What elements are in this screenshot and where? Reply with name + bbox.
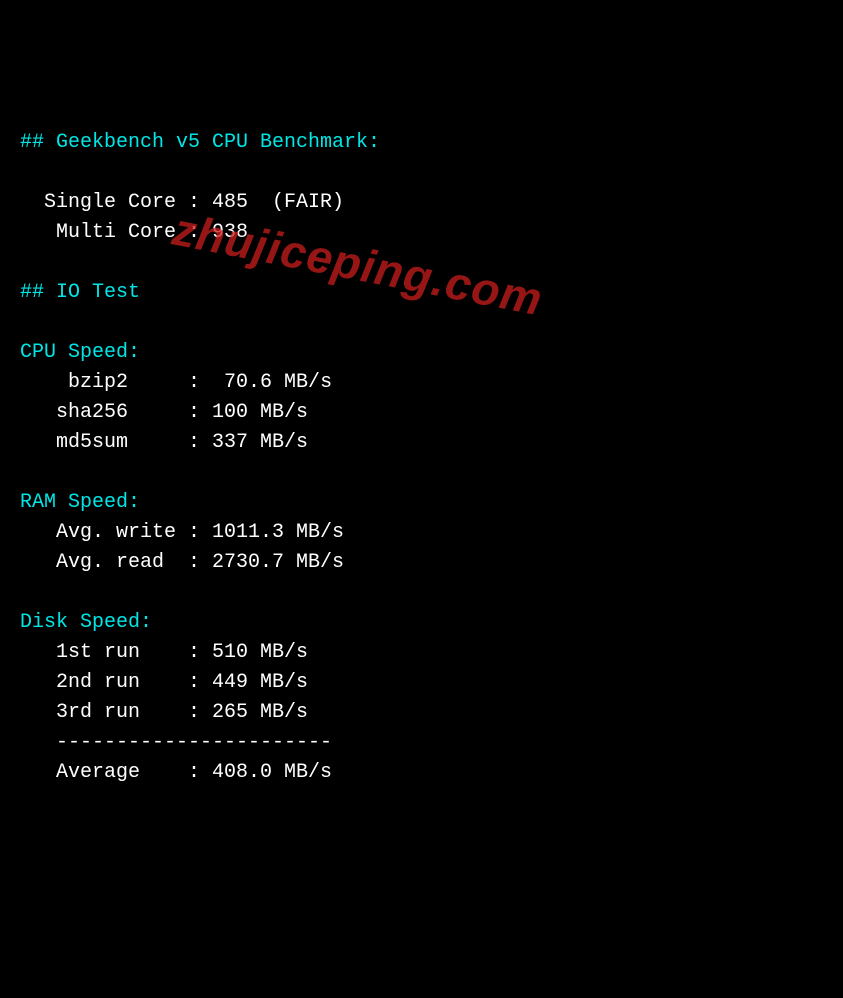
single-core-label: Single Core : (20, 191, 212, 214)
multi-core-value: 938 (212, 221, 248, 244)
multi-core-label: Multi Core : (20, 221, 212, 244)
ram-speed-header: RAM Speed: (20, 491, 140, 514)
geekbench-header: ## Geekbench v5 CPU Benchmark: (20, 131, 380, 154)
md5sum-value: 337 MB/s (212, 431, 308, 454)
terminal-output: ## Geekbench v5 CPU Benchmark: Single Co… (20, 128, 835, 788)
md5sum-label: md5sum : (20, 431, 212, 454)
disk-speed-header: Disk Speed: (20, 611, 152, 634)
ram-write-value: 1011.3 MB/s (212, 521, 344, 544)
sha256-value: 100 MB/s (212, 401, 308, 424)
single-core-value: 485 (FAIR) (212, 191, 344, 214)
disk-run3-label: 3rd run : (20, 701, 212, 724)
disk-run3-value: 265 MB/s (212, 701, 308, 724)
ram-read-value: 2730.7 MB/s (212, 551, 344, 574)
disk-avg-label: Average : (20, 761, 212, 784)
bzip2-value: 70.6 MB/s (224, 371, 332, 394)
disk-run1-label: 1st run : (20, 641, 212, 664)
disk-run1-value: 510 MB/s (212, 641, 308, 664)
disk-run2-label: 2nd run : (20, 671, 212, 694)
disk-avg-value: 408.0 MB/s (212, 761, 332, 784)
io-test-header: ## IO Test (20, 281, 140, 304)
cpu-speed-header: CPU Speed: (20, 341, 140, 364)
bzip2-label: bzip2 : (20, 371, 224, 394)
disk-run2-value: 449 MB/s (212, 671, 308, 694)
ram-read-label: Avg. read : (20, 551, 212, 574)
sha256-label: sha256 : (20, 401, 212, 424)
ram-write-label: Avg. write : (20, 521, 212, 544)
disk-divider: ----------------------- (20, 731, 332, 754)
